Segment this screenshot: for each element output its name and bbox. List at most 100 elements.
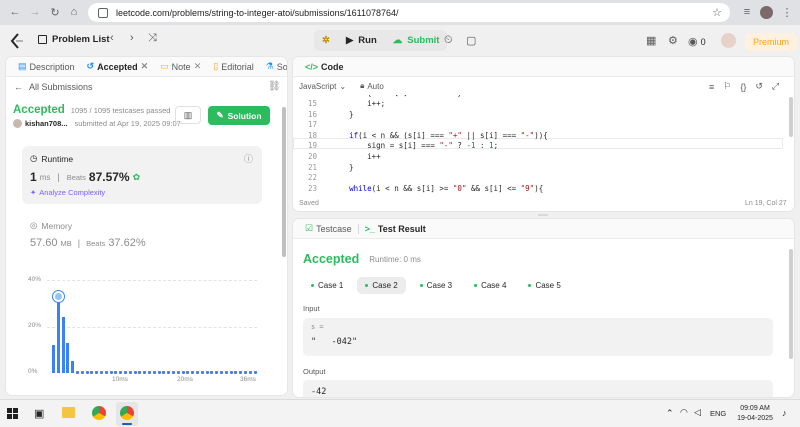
share-link-icon[interactable]: ⛓ bbox=[268, 81, 281, 92]
chart-bar[interactable] bbox=[167, 370, 171, 374]
chart-bar[interactable] bbox=[56, 293, 60, 373]
case-tab-1[interactable]: Case 1 bbox=[303, 277, 351, 294]
bookmark-star-icon[interactable]: ☆ bbox=[710, 5, 724, 19]
timer-icon[interactable]: ⏲ bbox=[444, 34, 453, 47]
tab-test-result[interactable]: >_ Test Result bbox=[359, 219, 432, 239]
speaker-icon[interactable]: ◁ bbox=[694, 407, 701, 418]
debug-button[interactable]: ✲ bbox=[314, 30, 338, 51]
chart-bar[interactable] bbox=[109, 370, 113, 374]
tab-editorial[interactable]: ▯ Editorial bbox=[207, 57, 259, 77]
chart-bar[interactable] bbox=[220, 370, 223, 374]
code-editor[interactable]: { [ ] } 15 i++;16 }1718 if(i < n && (s[i… bbox=[293, 95, 783, 193]
chart-bar[interactable] bbox=[143, 370, 147, 374]
language-select[interactable]: JavaScript ⌄ bbox=[299, 82, 346, 91]
chart-bar[interactable] bbox=[66, 342, 70, 373]
tab-testcase[interactable]: ☑ Testcase bbox=[299, 219, 358, 239]
case-tab-4[interactable]: Case 4 bbox=[466, 277, 514, 294]
premium-button[interactable]: Premium bbox=[745, 33, 798, 51]
case-tab-2[interactable]: Case 2 bbox=[357, 277, 406, 294]
chrome-active-app[interactable] bbox=[116, 402, 138, 426]
chart-bar[interactable] bbox=[229, 370, 233, 374]
chart-bar[interactable] bbox=[138, 370, 142, 374]
back-arrow-icon[interactable]: ← bbox=[8, 5, 22, 19]
chart-bar[interactable] bbox=[148, 370, 151, 374]
chart-bar[interactable] bbox=[181, 370, 185, 374]
chart-bar[interactable] bbox=[80, 370, 84, 374]
left-scrollbar[interactable] bbox=[282, 107, 286, 257]
notification-bell-icon[interactable]: ♪ bbox=[782, 408, 787, 418]
bookmark-icon[interactable]: ⚐ bbox=[723, 81, 731, 92]
task-view-icon[interactable]: ▣ bbox=[34, 407, 44, 420]
memory-stats[interactable]: 57.60 MB | Beats 37.62% bbox=[30, 237, 146, 249]
solution-button[interactable]: ✎ Solution bbox=[208, 106, 270, 125]
tab-accepted[interactable]: ↺ Accepted ✕ bbox=[81, 57, 155, 77]
tab-code[interactable]: </> Code bbox=[299, 57, 350, 77]
layout-grid-icon[interactable]: ▦ bbox=[646, 34, 656, 47]
wifi-icon[interactable]: ◠ bbox=[680, 407, 688, 418]
media-icon[interactable]: ≡ bbox=[740, 5, 754, 19]
chart-bar[interactable] bbox=[114, 370, 118, 374]
site-info-icon[interactable] bbox=[98, 7, 108, 18]
format-icon[interactable]: ≡ bbox=[709, 82, 714, 92]
username[interactable]: kishan708... bbox=[25, 119, 68, 128]
address-bar[interactable]: leetcode.com/problems/string-to-integer-… bbox=[88, 3, 730, 22]
chart-bar[interactable] bbox=[124, 370, 127, 374]
chart-bar[interactable] bbox=[186, 370, 190, 374]
profile-avatar[interactable] bbox=[760, 6, 773, 19]
chart-bar[interactable] bbox=[248, 370, 252, 374]
chart-bar[interactable] bbox=[100, 370, 103, 374]
chart-bar[interactable] bbox=[244, 370, 247, 374]
chart-bar[interactable] bbox=[104, 370, 108, 374]
chart-bar[interactable] bbox=[85, 370, 89, 374]
chart-bar[interactable] bbox=[71, 361, 75, 373]
chart-bar[interactable] bbox=[234, 370, 238, 374]
close-tab-icon[interactable]: ✕ bbox=[141, 61, 149, 72]
code-scrollbar[interactable] bbox=[789, 97, 793, 137]
runtime-card[interactable]: ◷ Runtime ⓘ 1 ms | Beats 87.57% ✿ ✦ Anal… bbox=[22, 146, 262, 204]
tab-note[interactable]: ▭ Note ✕ bbox=[154, 57, 207, 77]
editorial-book-button[interactable]: ▥ bbox=[175, 106, 201, 124]
panel-resize-handle[interactable] bbox=[538, 214, 548, 216]
home-icon[interactable]: ⌂ bbox=[67, 5, 81, 19]
chart-bar[interactable] bbox=[196, 370, 199, 374]
expand-icon[interactable]: ⤢ bbox=[772, 81, 779, 92]
settings-gear-icon[interactable]: ⚙ bbox=[668, 34, 678, 47]
more-menu-icon[interactable]: ⋮ bbox=[780, 5, 794, 19]
chart-bar[interactable] bbox=[152, 370, 156, 374]
chart-bar[interactable] bbox=[61, 317, 65, 373]
chart-bar[interactable] bbox=[128, 370, 132, 374]
chart-bar[interactable] bbox=[253, 370, 257, 374]
reset-icon[interactable]: ↺ bbox=[755, 81, 763, 92]
all-submissions-link[interactable]: ← All Submissions bbox=[14, 82, 93, 92]
chart-bar[interactable] bbox=[176, 370, 180, 374]
clock[interactable]: 09:09 AM 19-04-2025 bbox=[734, 404, 776, 424]
shuffle-icon[interactable]: ⤨ bbox=[148, 32, 157, 45]
tab-solutions[interactable]: ⚗ Soluti bbox=[260, 57, 287, 77]
prev-problem-icon[interactable]: ‹ bbox=[110, 32, 114, 44]
windows-start-icon[interactable] bbox=[7, 408, 18, 419]
autocomplete-toggle[interactable]: 🔒︎ Auto bbox=[360, 81, 384, 91]
submit-button[interactable]: ☁ Submit bbox=[385, 30, 448, 51]
chart-bar[interactable] bbox=[205, 370, 209, 374]
chart-bar[interactable] bbox=[119, 370, 123, 374]
next-problem-icon[interactable]: › bbox=[130, 32, 134, 44]
info-icon[interactable]: ⓘ bbox=[244, 152, 253, 165]
chevron-up-icon[interactable]: ⌃ bbox=[666, 408, 674, 419]
case-tab-3[interactable]: Case 3 bbox=[412, 277, 460, 294]
file-explorer-icon[interactable] bbox=[62, 407, 75, 418]
chart-bar[interactable] bbox=[210, 370, 214, 374]
chart-bar[interactable] bbox=[90, 370, 94, 374]
leetcode-logo-icon[interactable] bbox=[10, 33, 24, 49]
braces-icon[interactable]: {} bbox=[740, 82, 746, 92]
chart-bar[interactable] bbox=[95, 370, 99, 374]
close-tab-icon[interactable]: ✕ bbox=[194, 61, 202, 72]
case-tab-5[interactable]: Case 5 bbox=[520, 277, 568, 294]
analyze-complexity-link[interactable]: ✦ Analyze Complexity bbox=[30, 188, 105, 197]
problem-list-link[interactable]: Problem List bbox=[38, 34, 110, 45]
chart-bar[interactable] bbox=[200, 370, 204, 374]
user-avatar[interactable] bbox=[721, 33, 736, 48]
chart-bar[interactable] bbox=[239, 370, 243, 374]
reload-icon[interactable]: ↻ bbox=[48, 5, 62, 19]
chrome-icon[interactable] bbox=[92, 406, 106, 420]
chart-bar[interactable] bbox=[191, 370, 195, 374]
